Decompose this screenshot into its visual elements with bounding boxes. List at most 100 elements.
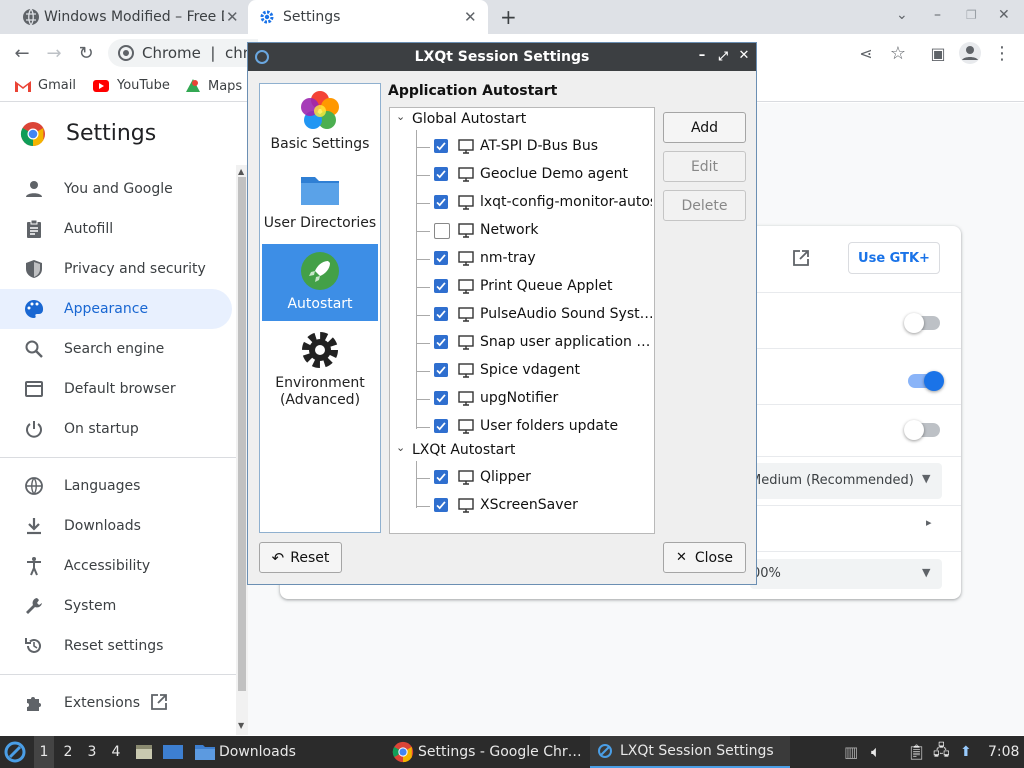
downloads-launcher[interactable]: Downloads <box>194 736 296 768</box>
file-manager-launcher[interactable] <box>134 736 154 768</box>
nav-search-engine[interactable]: Search engine <box>0 329 232 369</box>
omnibox[interactable]: Chrome | chro <box>108 39 258 67</box>
category-autostart[interactable]: Autostart <box>262 244 378 321</box>
chevron-right-icon[interactable]: ▸ <box>926 516 932 529</box>
flower-icon <box>301 91 339 129</box>
autostart-checkbox[interactable] <box>434 307 450 323</box>
nav-label: Autofill <box>64 221 114 237</box>
nav-you-and-google[interactable]: You and Google <box>0 169 232 209</box>
category-list: Basic Settings User Directories Autostar… <box>259 83 381 533</box>
tab-windows-modified[interactable]: Windows Modified – Free D ✕ <box>8 0 246 34</box>
volume-icon[interactable]: 🔈︎ <box>871 736 881 768</box>
network-tray-icon[interactable]: 🖧︎ <box>933 736 950 768</box>
nav-appearance[interactable]: Appearance <box>0 289 232 329</box>
minimize-icon[interactable]: – <box>694 48 710 64</box>
toggle-switch[interactable] <box>904 313 940 333</box>
scrollbar-thumb[interactable] <box>238 177 246 691</box>
toggle-switch[interactable] <box>908 371 944 391</box>
tree-group[interactable]: ⌄ LXQt Autostart <box>390 438 654 464</box>
side-panel-icon[interactable]: ▣ <box>924 39 952 67</box>
tab-settings[interactable]: Settings ✕ <box>248 0 488 34</box>
use-gtk-button[interactable]: Use GTK+ <box>848 242 940 274</box>
taskbar-item-lxqt-session[interactable]: LXQt Session Settings <box>590 736 790 768</box>
chevron-down-icon[interactable]: ⌄ <box>896 7 908 23</box>
chevron-down-icon[interactable]: ⌄ <box>396 441 405 454</box>
forward-icon[interactable]: → <box>40 39 68 67</box>
scroll-down-icon[interactable]: ▼ <box>238 721 244 730</box>
nav-accessibility[interactable]: Accessibility <box>0 546 232 586</box>
autostart-checkbox[interactable] <box>434 470 450 486</box>
font-size-value: Medium (Recommended) <box>750 473 914 488</box>
reset-button[interactable]: ↶ Reset <box>259 542 342 573</box>
autostart-checkbox[interactable] <box>434 139 450 155</box>
autostart-checkbox[interactable] <box>434 419 450 435</box>
maximize-icon[interactable]: ⤢ <box>715 48 731 64</box>
clipboard-tray-icon[interactable]: 📋︎ <box>907 736 926 768</box>
desktop-1-button[interactable]: 1 <box>34 736 54 768</box>
minimize-icon[interactable]: – <box>934 7 941 23</box>
clock[interactable]: 7:08 <box>988 736 1019 768</box>
page-zoom-select[interactable]: 00% ▼ <box>750 559 942 589</box>
autostart-checkbox[interactable] <box>434 498 450 514</box>
restore-icon[interactable]: ❐ <box>966 8 977 22</box>
category-environment[interactable]: Environment (Advanced) <box>262 323 378 415</box>
new-tab-icon[interactable]: + <box>500 5 517 29</box>
nav-reset-settings[interactable]: Reset settings <box>0 626 232 666</box>
open-external-icon[interactable] <box>792 249 810 267</box>
nav-languages[interactable]: Languages <box>0 466 232 506</box>
add-button[interactable]: Add <box>663 112 746 143</box>
share-icon[interactable]: ⋖ <box>852 39 880 67</box>
autostart-checkbox[interactable] <box>434 279 450 295</box>
nav-system[interactable]: System <box>0 586 232 626</box>
category-basic-settings[interactable]: Basic Settings <box>262 84 378 161</box>
bookmark-label: Maps <box>208 78 243 94</box>
close-tab-icon[interactable]: ✕ <box>464 8 477 26</box>
autostart-checkbox[interactable] <box>434 167 450 183</box>
monitor-icon <box>458 251 474 266</box>
bookmark-youtube[interactable]: YouTube <box>92 78 170 93</box>
autostart-checkbox[interactable] <box>434 363 450 379</box>
taskbar-item-chrome[interactable]: Settings - Google Chr… <box>392 736 588 768</box>
toggle-switch[interactable] <box>904 420 940 440</box>
nav-autofill[interactable]: Autofill <box>0 209 232 249</box>
chevron-down-icon[interactable]: ⌄ <box>396 110 405 123</box>
reload-icon[interactable]: ↻ <box>72 39 100 67</box>
download-icon <box>27 518 41 535</box>
tab-title: Windows Modified – Free D <box>44 9 224 25</box>
scroll-up-icon[interactable]: ▲ <box>238 167 244 176</box>
autostart-checkbox[interactable] <box>434 251 450 267</box>
close-window-icon[interactable]: ✕ <box>998 7 1010 23</box>
category-user-directories[interactable]: User Directories <box>262 163 378 240</box>
nav-extensions[interactable]: Extensions <box>0 683 232 723</box>
desktop-3-button[interactable]: 3 <box>82 736 102 768</box>
font-size-select[interactable]: Medium (Recommended) ▼ <box>750 463 942 499</box>
bookmark-gmail[interactable]: Gmail <box>14 78 76 93</box>
edit-button[interactable]: Edit <box>663 151 746 182</box>
autostart-checkbox[interactable] <box>434 335 450 351</box>
tree-group[interactable]: ⌄ Global Autostart <box>390 107 654 133</box>
close-icon[interactable]: ✕ <box>736 48 752 64</box>
show-desktop-button[interactable] <box>162 736 184 768</box>
nav-on-startup[interactable]: On startup <box>0 409 232 449</box>
desktop-4-button[interactable]: 4 <box>106 736 126 768</box>
nav-default-browser[interactable]: Default browser <box>0 369 232 409</box>
autostart-checkbox[interactable] <box>434 195 450 211</box>
desktop-2-button[interactable]: 2 <box>58 736 78 768</box>
trash-tray-icon[interactable]: ▥ <box>844 736 858 768</box>
back-icon[interactable]: ← <box>8 39 36 67</box>
dialog-titlebar[interactable]: LXQt Session Settings – ⤢ ✕ <box>248 43 756 71</box>
close-button[interactable]: ✕ Close <box>663 542 746 573</box>
bookmark-star-icon[interactable]: ☆ <box>884 39 912 67</box>
start-menu-button[interactable] <box>4 736 30 768</box>
nav-privacy[interactable]: Privacy and security <box>0 249 232 289</box>
autostart-checkbox[interactable] <box>434 223 450 239</box>
autostart-checkbox[interactable] <box>434 391 450 407</box>
profile-icon[interactable] <box>956 39 984 67</box>
menu-icon[interactable]: ⋮ <box>988 39 1016 67</box>
notification-tray-icon[interactable]: ⬆ <box>960 736 972 768</box>
puzzle-icon <box>27 697 41 711</box>
delete-button[interactable]: Delete <box>663 190 746 221</box>
bookmark-maps[interactable]: Maps <box>185 78 242 94</box>
nav-downloads[interactable]: Downloads <box>0 506 232 546</box>
close-tab-icon[interactable]: ✕ <box>226 8 239 26</box>
